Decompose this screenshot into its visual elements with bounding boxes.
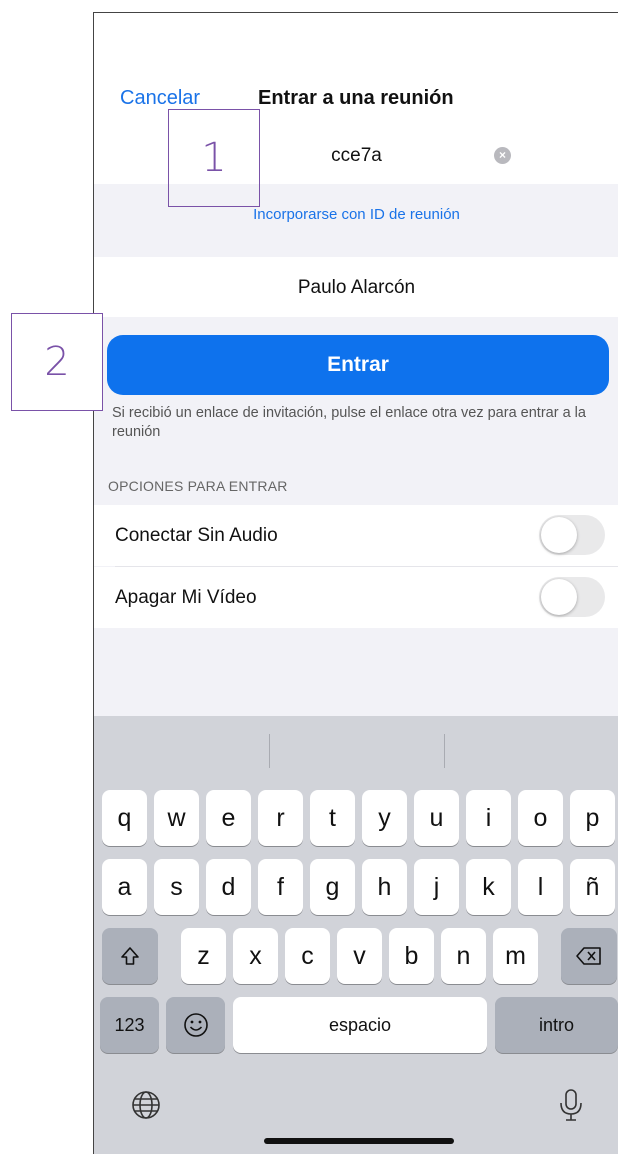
key-x[interactable]: x <box>233 928 278 984</box>
key-d[interactable]: d <box>206 859 251 915</box>
key-e[interactable]: e <box>206 790 251 846</box>
key-z[interactable]: z <box>181 928 226 984</box>
option-label-audio: Conectar Sin Audio <box>115 525 278 546</box>
key-r[interactable]: r <box>258 790 303 846</box>
backspace-icon[interactable] <box>561 928 617 984</box>
key-c[interactable]: c <box>285 928 330 984</box>
key-l[interactable]: l <box>518 859 563 915</box>
key-y[interactable]: y <box>362 790 407 846</box>
key-w[interactable]: w <box>154 790 199 846</box>
key-n-tilde[interactable]: ñ <box>570 859 615 915</box>
emoji-icon[interactable] <box>166 997 225 1053</box>
key-q[interactable]: q <box>102 790 147 846</box>
microphone-icon[interactable] <box>557 1087 585 1128</box>
page-title: Entrar a una reunión <box>258 87 454 109</box>
key-j[interactable]: j <box>414 859 459 915</box>
numbers-key[interactable]: 123 <box>100 997 159 1053</box>
key-m[interactable]: m <box>493 928 538 984</box>
callout-1: 1 <box>168 109 260 207</box>
clear-circle-icon[interactable]: × <box>494 147 511 164</box>
key-u[interactable]: u <box>414 790 459 846</box>
toggle-knob <box>541 579 577 615</box>
key-s[interactable]: s <box>154 859 199 915</box>
key-k[interactable]: k <box>466 859 511 915</box>
join-with-id-link[interactable]: Incorporarse con ID de reunión <box>94 206 618 223</box>
key-b[interactable]: b <box>389 928 434 984</box>
option-label-video: Apagar Mi Vídeo <box>115 587 257 608</box>
key-h[interactable]: h <box>362 859 407 915</box>
globe-icon[interactable] <box>130 1089 162 1126</box>
audio-toggle[interactable] <box>539 515 605 555</box>
invite-hint-text: Si recibió un enlace de invitación, puls… <box>112 405 586 440</box>
options-section-header: OPCIONES PARA ENTRAR <box>108 478 288 494</box>
toggle-knob <box>541 517 577 553</box>
key-o[interactable]: o <box>518 790 563 846</box>
name-input[interactable]: Paulo Alarcón <box>94 277 618 299</box>
video-toggle[interactable] <box>539 577 605 617</box>
key-f[interactable]: f <box>258 859 303 915</box>
key-v[interactable]: v <box>337 928 382 984</box>
key-a[interactable]: a <box>102 859 147 915</box>
return-key[interactable]: intro <box>495 997 618 1053</box>
key-i[interactable]: i <box>466 790 511 846</box>
cancel-button[interactable]: Cancelar <box>120 87 200 110</box>
key-n[interactable]: n <box>441 928 486 984</box>
join-button[interactable]: Entrar <box>107 335 609 395</box>
space-key[interactable]: espacio <box>233 997 487 1053</box>
callout-2: 2 <box>11 313 103 411</box>
shift-icon[interactable] <box>102 928 158 984</box>
home-indicator <box>264 1138 454 1144</box>
key-t[interactable]: t <box>310 790 355 846</box>
suggestion-divider <box>444 734 445 768</box>
suggestion-divider <box>269 734 270 768</box>
key-g[interactable]: g <box>310 859 355 915</box>
key-p[interactable]: p <box>570 790 615 846</box>
keyboard: q w e r t y u i o p a s d f g h j k l ñ … <box>94 716 618 1154</box>
